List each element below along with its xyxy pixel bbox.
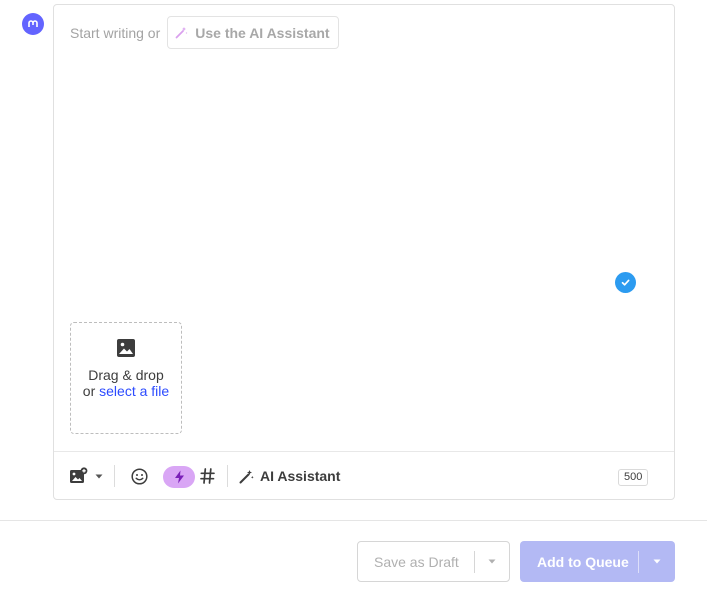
ai-chip-label: Use the AI Assistant xyxy=(195,24,330,41)
emoji-icon xyxy=(130,467,148,485)
toolbar-divider xyxy=(114,465,115,487)
magic-wand-icon xyxy=(239,469,254,483)
add-to-queue-button[interactable]: Add to Queue xyxy=(520,554,638,570)
footer-divider xyxy=(0,520,707,521)
chevron-down-icon xyxy=(488,559,496,564)
image-add-icon xyxy=(69,467,87,483)
ai-assistant-button[interactable]: AI Assistant xyxy=(239,464,340,488)
post-editor[interactable]: Start writing or Use the AI Assistant Dr… xyxy=(53,4,675,500)
save-draft-button[interactable]: Save as Draft xyxy=(358,554,474,570)
hashtag-button[interactable] xyxy=(197,465,217,487)
add-to-queue-options-button[interactable] xyxy=(639,559,675,564)
media-options-dropdown[interactable] xyxy=(93,465,105,487)
select-file-link[interactable]: select a file xyxy=(99,383,169,399)
toolbar-divider xyxy=(227,465,228,487)
dropzone-or: or xyxy=(82,383,96,399)
mastodon-icon xyxy=(28,20,38,27)
add-to-queue-button-group: Add to Queue xyxy=(520,541,675,582)
editor-prompt: Start writing or Use the AI Assistant xyxy=(70,16,339,49)
check-icon xyxy=(615,272,636,293)
save-draft-button-group: Save as Draft xyxy=(357,541,510,582)
magic-wand-icon xyxy=(175,27,188,39)
boost-button[interactable] xyxy=(163,466,195,488)
character-counter: 500 xyxy=(618,469,649,486)
media-dropzone[interactable]: Drag & drop or select a file xyxy=(70,322,182,434)
prompt-text: Start writing or xyxy=(70,24,161,41)
editor-toolbar: AI Assistant 500 xyxy=(54,451,674,499)
chevron-down-icon xyxy=(653,559,661,564)
chevron-down-icon xyxy=(95,474,103,478)
dropzone-text: Drag & drop xyxy=(88,367,164,383)
add-media-button[interactable] xyxy=(68,465,88,487)
use-ai-assistant-button[interactable]: Use the AI Assistant xyxy=(167,16,339,49)
mastodon-avatar xyxy=(22,13,44,35)
save-draft-options-button[interactable] xyxy=(475,559,509,564)
bolt-icon xyxy=(174,470,184,484)
image-icon xyxy=(117,339,135,357)
hashtag-icon xyxy=(199,468,215,484)
ai-assistant-label: AI Assistant xyxy=(260,468,341,484)
emoji-button[interactable] xyxy=(128,465,150,487)
